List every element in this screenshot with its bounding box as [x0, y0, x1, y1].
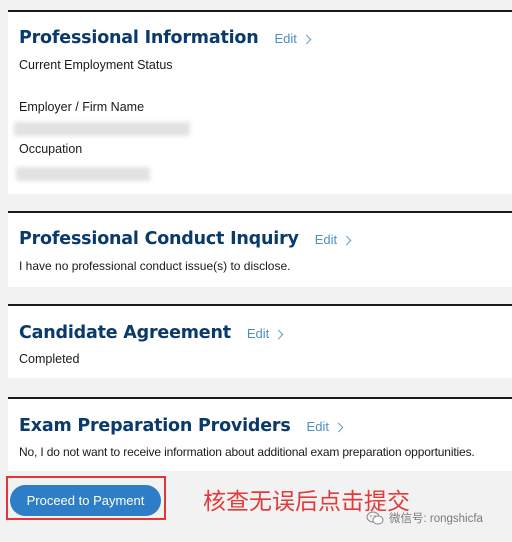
exam-prep-header: Exam Preparation Providers Edit	[19, 416, 344, 436]
occupation-value-redacted	[16, 167, 150, 181]
employer-value-redacted	[14, 122, 190, 136]
professional-conduct-edit-link[interactable]: Edit	[315, 232, 352, 247]
professional-conduct-header: Professional Conduct Inquiry Edit	[19, 229, 352, 249]
highlight-box	[6, 476, 166, 520]
professional-conduct-value: I have no professional conduct issue(s) …	[19, 259, 291, 273]
occupation-label: Occupation	[19, 142, 83, 156]
professional-information-edit-link[interactable]: Edit	[275, 31, 312, 46]
exam-prep-card: Exam Preparation Providers Edit No, I do…	[8, 397, 512, 471]
professional-information-card: Professional Information Edit Current Em…	[8, 10, 512, 194]
professional-conduct-card: Professional Conduct Inquiry Edit I have…	[8, 211, 512, 287]
edit-label[interactable]: Edit	[275, 31, 297, 46]
professional-conduct-title: Professional Conduct Inquiry	[19, 229, 299, 249]
employment-status-label: Current Employment Status	[19, 58, 173, 72]
chevron-right-icon	[333, 422, 344, 433]
exam-prep-edit-link[interactable]: Edit	[307, 419, 344, 434]
wechat-icon	[366, 511, 384, 525]
professional-information-title: Professional Information	[19, 28, 259, 48]
edit-label[interactable]: Edit	[247, 326, 269, 341]
chevron-right-icon	[341, 235, 352, 246]
watermark-text: 微信号: rongshicfa	[389, 513, 483, 525]
candidate-agreement-title: Candidate Agreement	[19, 323, 231, 343]
edit-label[interactable]: Edit	[315, 232, 337, 247]
employer-label: Employer / Firm Name	[19, 100, 145, 114]
candidate-agreement-value: Completed	[19, 352, 80, 366]
chevron-right-icon	[273, 329, 284, 340]
professional-information-header: Professional Information Edit	[19, 28, 312, 48]
chevron-right-icon	[301, 34, 312, 45]
watermark: 微信号: rongshicfa	[366, 510, 483, 526]
candidate-agreement-edit-link[interactable]: Edit	[247, 326, 284, 341]
candidate-agreement-header: Candidate Agreement Edit	[19, 323, 284, 343]
exam-prep-value: No, I do not want to receive information…	[19, 445, 475, 459]
candidate-agreement-card: Candidate Agreement Edit Completed	[8, 304, 512, 378]
exam-prep-title: Exam Preparation Providers	[19, 416, 291, 436]
edit-label[interactable]: Edit	[307, 419, 329, 434]
